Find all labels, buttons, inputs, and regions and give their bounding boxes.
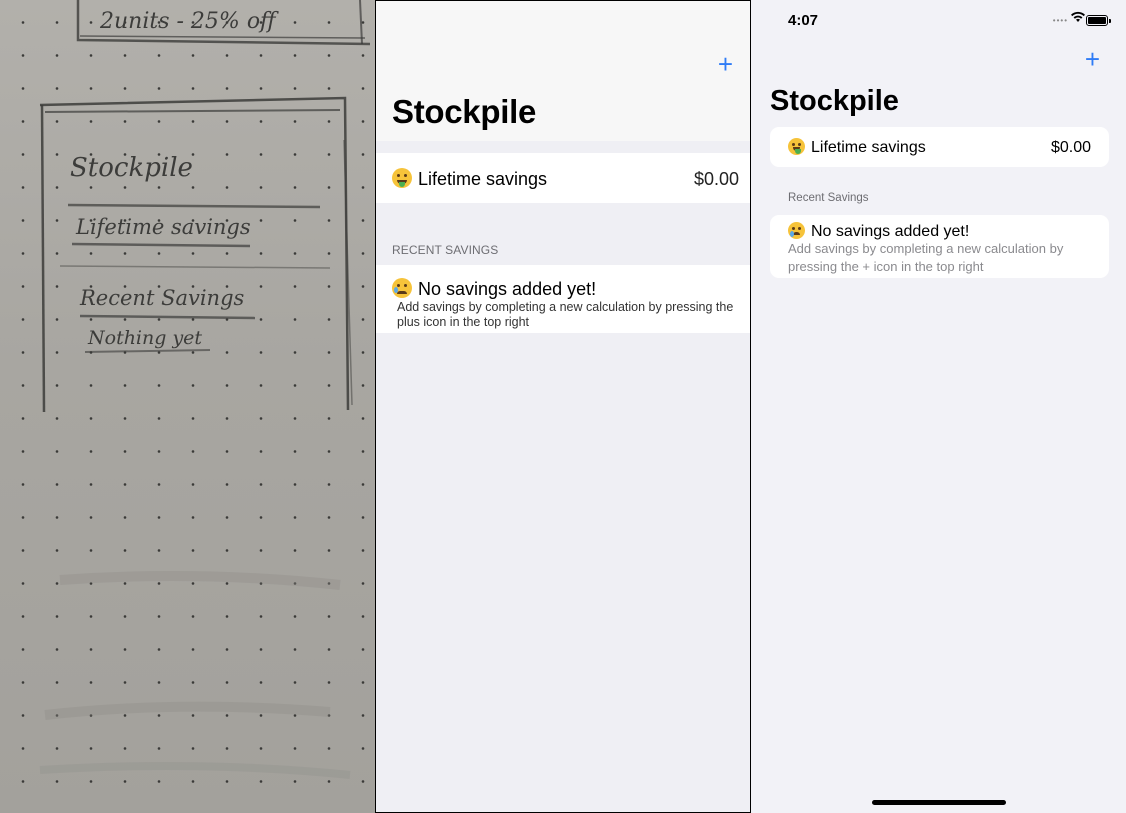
recent-savings-header: RECENT SAVINGS [392,243,499,257]
crying-face-icon [392,278,412,298]
middle-app-screen: + Stockpile Lifetime savings $0.00 RECEN… [375,0,751,813]
cellular-signal-icon: •••• [1052,16,1068,25]
empty-savings-title-group: No savings added yet! [392,278,596,300]
lifetime-savings-label-group: Lifetime savings [392,168,547,190]
empty-savings-card: No savings added yet! Add savings by com… [770,215,1109,278]
add-savings-button[interactable]: + [718,51,733,77]
sketch-nothing: Nothing yet [87,327,202,349]
empty-savings-row: No savings added yet! Add savings by com… [376,265,750,333]
sketch-lifetime: Lifetime savings [75,215,251,239]
money-mouth-face-icon [788,138,805,155]
lifetime-savings-value: $0.00 [693,169,739,189]
home-indicator[interactable] [872,800,1006,805]
paper-sketch: 2units - 25% off Stockpile Lifetime savi… [0,0,375,813]
right-app-screen: 4:07 •••• + Stockpile Lifetime savings $… [751,0,1126,813]
lifetime-savings-card[interactable]: Lifetime savings $0.00 [770,127,1109,167]
lifetime-savings-value: $0.00 [1050,139,1091,156]
empty-savings-subtitle: Add savings by completing a new calculat… [397,300,734,329]
sketch-drawing: 2units - 25% off Stockpile Lifetime savi… [39,0,371,779]
page-title: Stockpile [392,93,537,130]
lifetime-savings-label: Lifetime savings [418,169,548,189]
recent-savings-header: Recent Savings [788,192,869,204]
lifetime-savings-label-group: Lifetime savings [788,138,926,157]
empty-savings-subtitle: Add savings by completing a new calculat… [788,241,1064,274]
wifi-icon [1071,11,1085,22]
crying-face-icon [788,222,805,239]
page-title: Stockpile [770,85,899,117]
empty-savings-title-group: No savings added yet! [788,222,969,241]
money-mouth-face-icon [392,168,412,188]
battery-icon [1086,15,1111,26]
empty-savings-title: No savings added yet! [418,279,597,299]
navigation-bar: + Stockpile [376,1,750,141]
sketch-top-note: 2units - 25% off [99,9,279,34]
lifetime-savings-label: Lifetime savings [811,139,926,156]
status-time: 4:07 [788,12,819,29]
sketch-recent: Recent Savings [79,286,245,310]
sketch-title: Stockpile [70,153,193,183]
lifetime-savings-row[interactable]: Lifetime savings $0.00 [376,153,750,203]
add-savings-button[interactable]: + [1085,46,1100,72]
empty-savings-title: No savings added yet! [811,223,970,240]
